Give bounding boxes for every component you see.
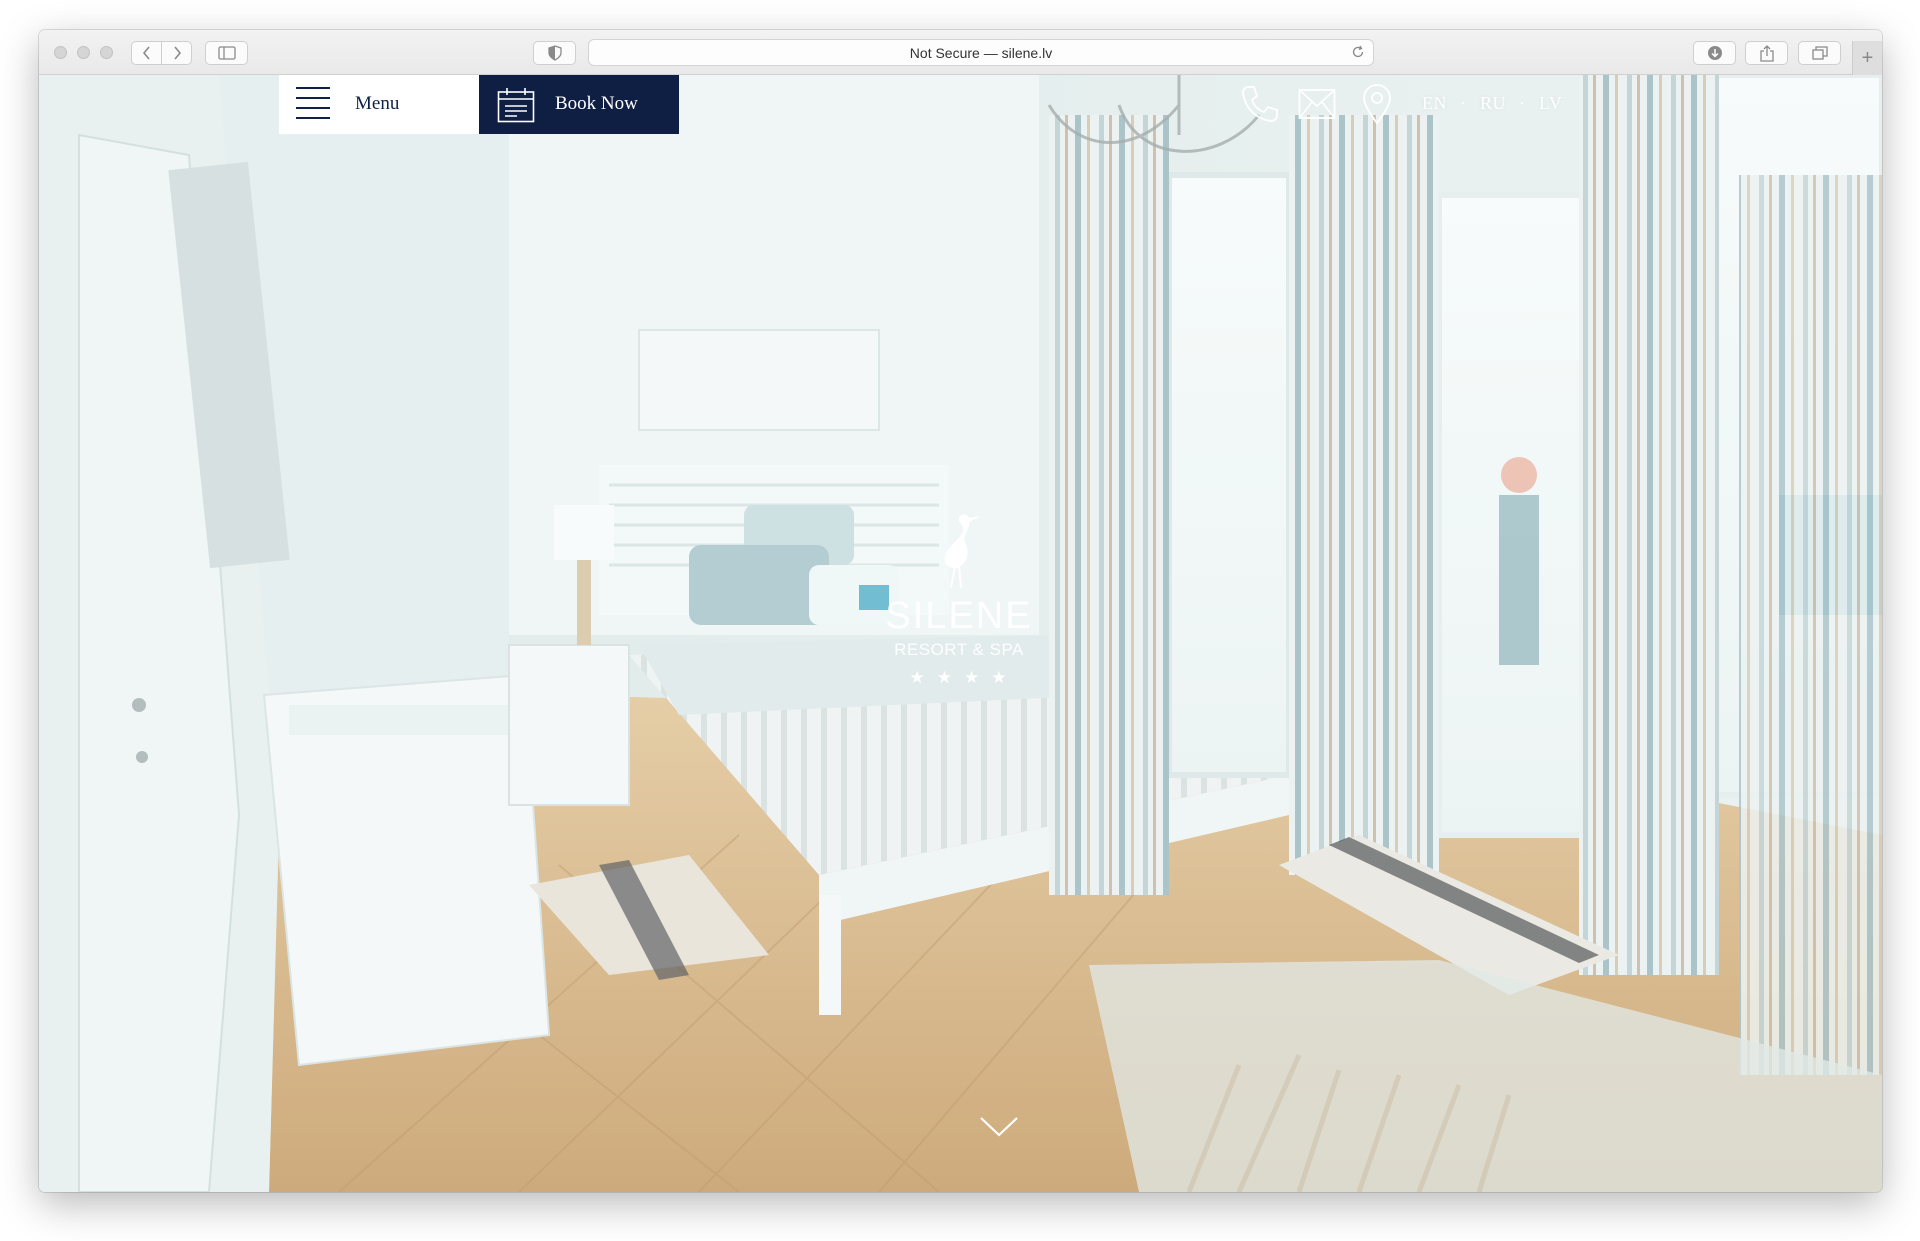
reload-icon[interactable] — [1351, 45, 1365, 62]
downloads-button[interactable] — [1693, 41, 1736, 65]
share-button[interactable] — [1745, 41, 1788, 65]
address-text: Not Secure — silene.lv — [909, 44, 1053, 61]
chevron-down-icon[interactable] — [979, 1115, 1019, 1139]
browser-toolbar: Not Secure — silene.lv + — [39, 30, 1882, 75]
plus-icon: + — [1861, 46, 1874, 69]
tab-overview-button[interactable] — [1798, 41, 1841, 65]
new-tab-button[interactable]: + — [1852, 41, 1882, 75]
back-button[interactable] — [131, 41, 162, 65]
star-rating: ★★★★ — [909, 668, 1019, 687]
sidebar-button[interactable] — [205, 41, 248, 65]
chevron-left-icon — [142, 46, 150, 60]
close-window-button[interactable] — [54, 46, 67, 59]
minimize-window-button[interactable] — [77, 46, 90, 59]
lang-separator: · — [1519, 93, 1525, 113]
menu-button[interactable]: Menu — [279, 75, 479, 134]
sidebar-icon — [217, 46, 236, 60]
location-pin-icon[interactable] — [1362, 83, 1392, 125]
hamburger-icon — [296, 87, 330, 119]
privacy-report-button[interactable] — [533, 41, 576, 65]
book-now-label: Book Now — [555, 93, 638, 114]
share-icon — [1759, 44, 1774, 62]
heron-logo-icon — [944, 514, 981, 589]
logo-subtitle: RESORT & SPA — [894, 640, 1024, 659]
lang-en[interactable]: EN — [1422, 93, 1447, 114]
lang-lv[interactable]: LV — [1539, 93, 1562, 114]
menu-label: Menu — [355, 93, 400, 114]
download-icon — [1707, 46, 1722, 60]
mail-icon[interactable] — [1298, 88, 1336, 120]
lang-separator: · — [1460, 93, 1466, 113]
phone-icon[interactable] — [1239, 83, 1281, 125]
address-bar[interactable]: Not Secure — silene.lv — [588, 39, 1374, 66]
lang-ru[interactable]: RU — [1480, 93, 1506, 114]
resort-logo[interactable]: SILENE RESORT & SPA ★★★★ — [859, 510, 1059, 688]
shield-icon — [547, 45, 562, 61]
logo-name: SILENE — [885, 595, 1033, 637]
chevron-right-icon — [173, 46, 181, 60]
browser-window: Not Secure — silene.lv + Menu Book Now E… — [39, 30, 1882, 1192]
forward-button[interactable] — [161, 41, 192, 65]
tabs-icon — [1811, 46, 1828, 60]
book-now-button[interactable]: Book Now — [479, 75, 679, 134]
zoom-window-button[interactable] — [100, 46, 113, 59]
hero-section: Menu Book Now EN · RU · LV SILENE RESORT… — [39, 75, 1882, 1192]
calendar-icon — [497, 88, 535, 123]
